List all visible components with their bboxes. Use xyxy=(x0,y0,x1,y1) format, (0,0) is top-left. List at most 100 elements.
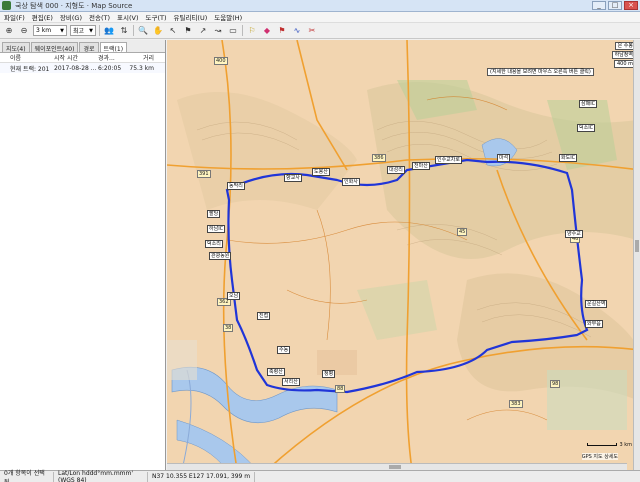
waypoint-label[interactable]: 대성리 xyxy=(387,166,405,174)
table-row[interactable]: 현재 트랙: 201... 2017-08-28 ... 6:20:05 75.… xyxy=(0,63,165,73)
waypoint-label[interactable]: 삼패IC xyxy=(579,100,598,108)
road-number: 38 xyxy=(223,324,234,332)
transfer-icon[interactable]: ⇅ xyxy=(118,25,130,37)
waypoint-label[interactable]: 천마산 xyxy=(412,162,430,170)
detail-value: 최고 xyxy=(73,28,85,35)
waypoint-label[interactable]: 와부읍 xyxy=(585,320,603,328)
menu-help[interactable]: 도움말(H) xyxy=(214,12,242,22)
detail-select[interactable]: 최고 ▼ xyxy=(70,25,96,36)
minimize-button[interactable]: _ xyxy=(592,1,606,10)
menu-view[interactable]: 표시(V) xyxy=(117,12,138,22)
road-number: 98 xyxy=(550,380,561,388)
toolbar-separator xyxy=(133,25,134,36)
map-canvas[interactable] xyxy=(167,40,640,470)
select-tool-icon[interactable]: ↖ xyxy=(167,25,179,37)
scale-value: 3 km xyxy=(619,442,632,448)
column-distance[interactable]: 거리 xyxy=(126,53,156,62)
window-title: 국상 탐색 000 · 지형도 · Map Source xyxy=(15,1,133,10)
track-start: 2017-08-28 ... xyxy=(54,64,97,72)
title-bar: 국상 탐색 000 · 지형도 · Map Source _ □ × xyxy=(0,0,640,12)
map-hint: (지세한 내용을 보려면 마우스 오른쪽 버튼 클릭) xyxy=(487,68,594,76)
status-format: Lat/Lon hddd°mm.mmm' (WGS 84) xyxy=(54,470,148,482)
waypoint-label[interactable]: 운길산역 xyxy=(585,300,608,308)
scroll-thumb[interactable] xyxy=(635,240,639,252)
waypoint-label[interactable]: 관광농원 xyxy=(209,252,232,260)
maximize-button[interactable]: □ xyxy=(608,1,622,10)
tab-routes[interactable]: 경로 xyxy=(79,42,99,53)
horizontal-scrollbar[interactable] xyxy=(167,463,627,470)
waypoint-label[interactable]: 인화사 xyxy=(342,178,360,186)
erase-icon[interactable]: ✂ xyxy=(306,25,318,37)
status-position: N37 10.355 E127 17.091, 399 m xyxy=(148,471,256,482)
waypoint-label[interactable]: 진접 xyxy=(257,312,271,320)
road-number: 386 xyxy=(372,154,386,162)
waypoint-label[interactable]: 동막리 xyxy=(227,182,245,190)
menu-tools[interactable]: 도구(T) xyxy=(146,12,167,22)
hand-tool-icon[interactable]: ✋ xyxy=(152,25,164,37)
green-area xyxy=(547,370,627,430)
users-icon[interactable]: 👥 xyxy=(103,25,115,37)
left-panel: 지도(4) 웨이포인트(40) 경로 트랙(1) 이름 시작 시간 경과... … xyxy=(0,40,166,470)
waypoint-label[interactable]: 인수교차로 xyxy=(435,156,463,164)
zoom-value: 3 km xyxy=(36,27,52,34)
route-tool-icon[interactable]: ↗ xyxy=(197,25,209,37)
route-icon[interactable]: ⚑ xyxy=(276,25,288,37)
scale-bar: 3 km xyxy=(587,442,632,448)
zoom-out-icon[interactable]: ⊖ xyxy=(18,25,30,37)
toolbar-separator xyxy=(99,25,100,36)
waypoint-label[interactable]: 청평 xyxy=(322,370,336,378)
zoom-in-icon[interactable]: ⊕ xyxy=(3,25,15,37)
column-start-time[interactable]: 시작 시간 xyxy=(50,53,98,62)
waypoint-label[interactable]: 덕소리 xyxy=(205,240,223,248)
waypoint-label[interactable]: 마석 xyxy=(497,154,511,162)
waypoint-label[interactable]: 덕소IC xyxy=(577,124,596,132)
toolbar: ⊕ ⊖ 3 km ▼ 최고 ▼ 👥 ⇅ 🔍 ✋ ↖ ⚑ ↗ ↝ ▭ ⚐ ◆ ⚑ ∿ … xyxy=(0,23,640,39)
measure-tool-icon[interactable]: ▭ xyxy=(227,25,239,37)
waypoint-tool-icon[interactable]: ⚑ xyxy=(182,25,194,37)
zoom-tool-icon[interactable]: 🔍 xyxy=(137,25,149,37)
waypoint-label[interactable]: 오남 xyxy=(227,292,241,300)
toolbar-separator xyxy=(242,25,243,36)
close-button[interactable]: × xyxy=(624,1,638,10)
track-tool-icon[interactable]: ↝ xyxy=(212,25,224,37)
menu-bar: 파일(F) 편집(E) 장비(G) 전송(T) 표시(V) 도구(T) 유틸리티… xyxy=(0,12,640,23)
road-number: 45 xyxy=(457,228,468,236)
road-number: 391 xyxy=(197,170,211,178)
menu-transfer[interactable]: 전송(T) xyxy=(89,12,110,22)
status-bar: 0개 항목이 선택됨 Lat/Lon hddd°mm.mmm' (WGS 84)… xyxy=(0,470,640,482)
menu-device[interactable]: 장비(G) xyxy=(60,12,82,22)
waypoint-label[interactable]: 하남IC xyxy=(207,225,226,233)
waypoint-label[interactable]: 서리산 xyxy=(282,378,300,386)
terrain-hills xyxy=(177,92,357,210)
track-distance: 75.3 km xyxy=(129,64,154,72)
waypoint-label[interactable]: 도봉산 xyxy=(312,168,330,176)
column-elapsed[interactable]: 경과... xyxy=(98,53,126,62)
waypoint-label[interactable]: 수동 xyxy=(277,346,291,354)
flag-icon[interactable]: ⚐ xyxy=(246,25,258,37)
chevron-down-icon: ▼ xyxy=(89,27,93,34)
waypoint-label[interactable]: 팔당 xyxy=(207,210,221,218)
road-number: 400 xyxy=(214,57,228,65)
waypoint-label[interactable]: 축령산 xyxy=(267,368,285,376)
waypoint-icon[interactable]: ◆ xyxy=(261,25,273,37)
tab-maps[interactable]: 지도(4) xyxy=(2,42,30,53)
tab-tracks[interactable]: 트랙(1) xyxy=(99,42,128,53)
map-view[interactable]: 400 45 386 391 362 38 46 88 98 383 동막리 향… xyxy=(167,40,640,470)
vertical-scrollbar[interactable] xyxy=(633,40,640,470)
terrain-forest xyxy=(357,280,437,340)
track-icon[interactable]: ∿ xyxy=(291,25,303,37)
menu-utilities[interactable]: 유틸리티(U) xyxy=(174,12,208,22)
tab-waypoints[interactable]: 웨이포인트(40) xyxy=(30,42,79,53)
zoom-select[interactable]: 3 km ▼ xyxy=(33,25,67,36)
waypoint-label[interactable]: 향교사 xyxy=(284,174,302,182)
waypoint-label[interactable]: 양수교 xyxy=(565,230,583,238)
menu-edit[interactable]: 편집(E) xyxy=(32,12,53,22)
menu-file[interactable]: 파일(F) xyxy=(4,12,25,22)
waypoint-label[interactable]: 화도IC xyxy=(559,154,578,162)
app-icon xyxy=(2,1,11,10)
scroll-thumb[interactable] xyxy=(389,465,401,469)
panel-tabs: 지도(4) 웨이포인트(40) 경로 트랙(1) xyxy=(0,40,165,53)
chevron-down-icon: ▼ xyxy=(60,27,64,34)
table-header: 이름 시작 시간 경과... 거리 xyxy=(0,53,165,63)
column-name[interactable]: 이름 xyxy=(0,53,50,62)
